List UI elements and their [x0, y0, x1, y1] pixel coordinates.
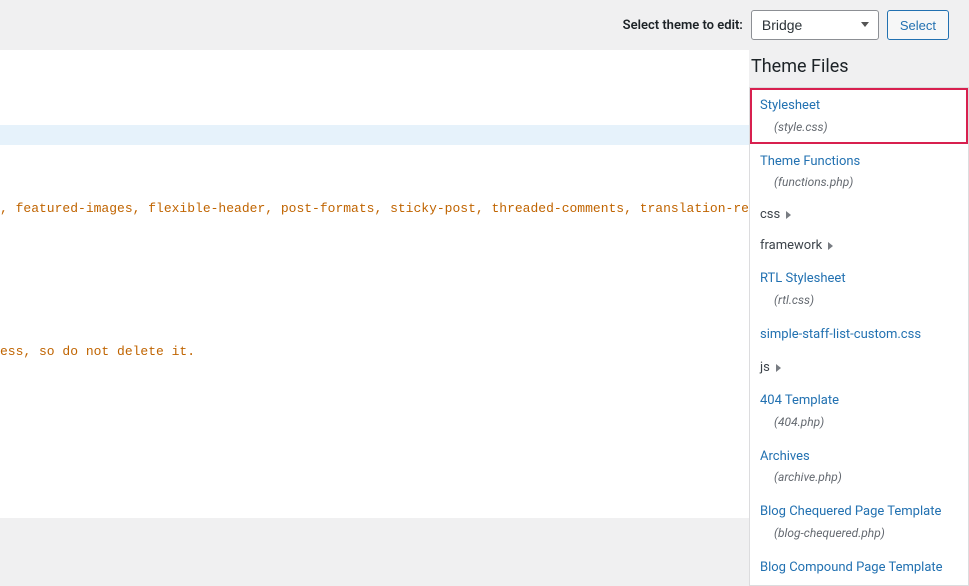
theme-select-dropdown[interactable]: Bridge: [751, 10, 879, 40]
file-sub: (rtl.css): [760, 291, 958, 309]
file-name: Blog Compound Page Template: [760, 558, 958, 578]
select-button[interactable]: Select: [887, 10, 949, 40]
file-sub: (404.php): [760, 413, 958, 431]
file-name: Theme Functions: [760, 152, 958, 172]
chevron-right-icon: [786, 211, 791, 219]
code-line: ess, so do not delete it.: [0, 343, 749, 361]
chevron-right-icon: [828, 242, 833, 250]
file-list-container: Stylesheet (style.css) Theme Functions (…: [749, 87, 969, 586]
folder-name: js: [760, 360, 770, 375]
file-item-stylesheet[interactable]: Stylesheet (style.css): [750, 88, 968, 144]
file-name: RTL Stylesheet: [760, 269, 958, 289]
file-sub: (blog-chequered.php): [760, 524, 958, 542]
file-list: Stylesheet (style.css) Theme Functions (…: [749, 87, 969, 586]
file-sub: (style.css): [760, 118, 958, 136]
file-name: simple-staff-list-custom.css: [760, 325, 958, 345]
chevron-right-icon: [776, 364, 781, 372]
folder-item-css[interactable]: css: [750, 199, 968, 230]
folder-name: framework: [760, 238, 822, 253]
file-sub: (functions.php): [760, 173, 958, 191]
file-item-staff-css[interactable]: simple-staff-list-custom.css: [750, 317, 968, 353]
editor-line-highlight: [0, 125, 749, 145]
file-item-functions[interactable]: Theme Functions (functions.php): [750, 144, 968, 200]
code-line: , featured-images, flexible-header, post…: [0, 200, 749, 218]
file-item-404[interactable]: 404 Template (404.php): [750, 383, 968, 439]
folder-item-js[interactable]: js: [750, 352, 968, 383]
code-editor[interactable]: , featured-images, flexible-header, post…: [0, 50, 749, 518]
file-item-rtl[interactable]: RTL Stylesheet (rtl.css): [750, 261, 968, 317]
folder-name: css: [760, 207, 780, 222]
file-name: 404 Template: [760, 391, 958, 411]
editor-area: , featured-images, flexible-header, post…: [0, 50, 749, 518]
folder-item-framework[interactable]: framework: [750, 230, 968, 261]
file-item-blog-compound[interactable]: Blog Compound Page Template: [750, 550, 968, 586]
panel-heading: Theme Files: [749, 50, 969, 87]
file-name: Archives: [760, 447, 958, 467]
main-area: , featured-images, flexible-header, post…: [0, 50, 969, 518]
theme-select-wrapper: Bridge: [751, 10, 879, 40]
theme-select-bar: Select theme to edit: Bridge Select: [0, 0, 969, 50]
file-item-archives[interactable]: Archives (archive.php): [750, 439, 968, 495]
file-name: Blog Chequered Page Template: [760, 502, 958, 522]
file-item-blog-chequered[interactable]: Blog Chequered Page Template (blog-chequ…: [750, 494, 968, 550]
file-name: Stylesheet: [760, 96, 958, 116]
file-sub: (archive.php): [760, 468, 958, 486]
theme-files-panel: Theme Files Stylesheet (style.css) Theme…: [749, 50, 969, 518]
theme-select-label: Select theme to edit:: [623, 18, 743, 33]
